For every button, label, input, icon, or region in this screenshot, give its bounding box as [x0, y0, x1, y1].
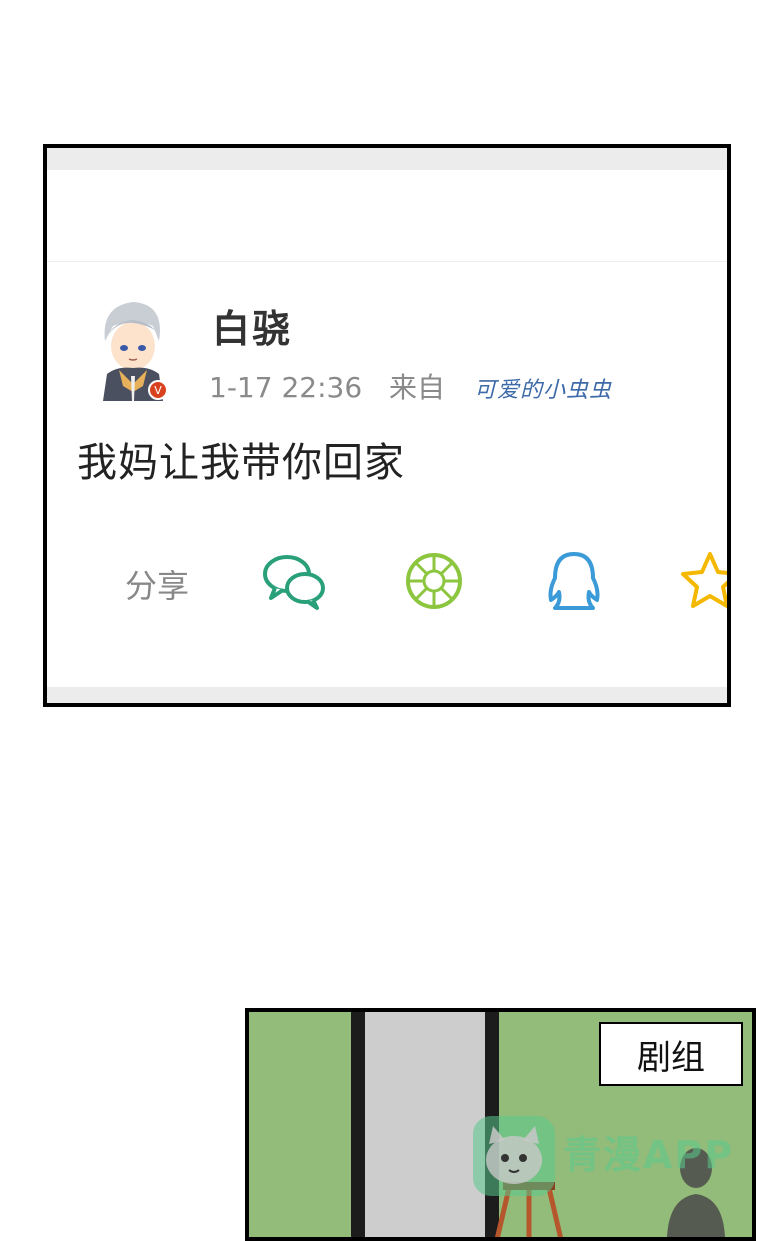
qzone-star-icon[interactable]: [677, 550, 731, 612]
post-panel: V 白骁 1-17 22:36 来自 可爱的小虫虫 我妈让我带你回家 分享: [43, 144, 731, 707]
post-meta: 1-17 22:36 来自 可爱的小虫虫: [209, 366, 612, 406]
scene-panel: 剧组 青漫APP: [245, 1008, 756, 1241]
qq-icon[interactable]: [541, 550, 607, 612]
svg-text:V: V: [154, 384, 162, 397]
from-label: 来自: [389, 371, 446, 404]
watermark-text: 青漫APP: [563, 1133, 735, 1177]
user-avatar[interactable]: V: [93, 296, 173, 401]
watermark-logo: [473, 1116, 555, 1196]
username[interactable]: 白骁: [212, 298, 292, 353]
post-source[interactable]: 可爱的小虫虫: [474, 378, 612, 403]
status-bar: [47, 148, 727, 170]
post-content: 我妈让我带你回家: [77, 440, 405, 486]
post-timestamp: 1-17 22:36: [209, 371, 363, 404]
mirror-glass: [365, 1012, 485, 1237]
divider: [47, 261, 727, 262]
caption-box: 剧组: [599, 1022, 743, 1086]
wechat-icon[interactable]: [261, 550, 327, 612]
moments-icon[interactable]: [401, 550, 467, 612]
share-label: 分享: [125, 567, 190, 605]
bottom-bar: [47, 687, 727, 703]
